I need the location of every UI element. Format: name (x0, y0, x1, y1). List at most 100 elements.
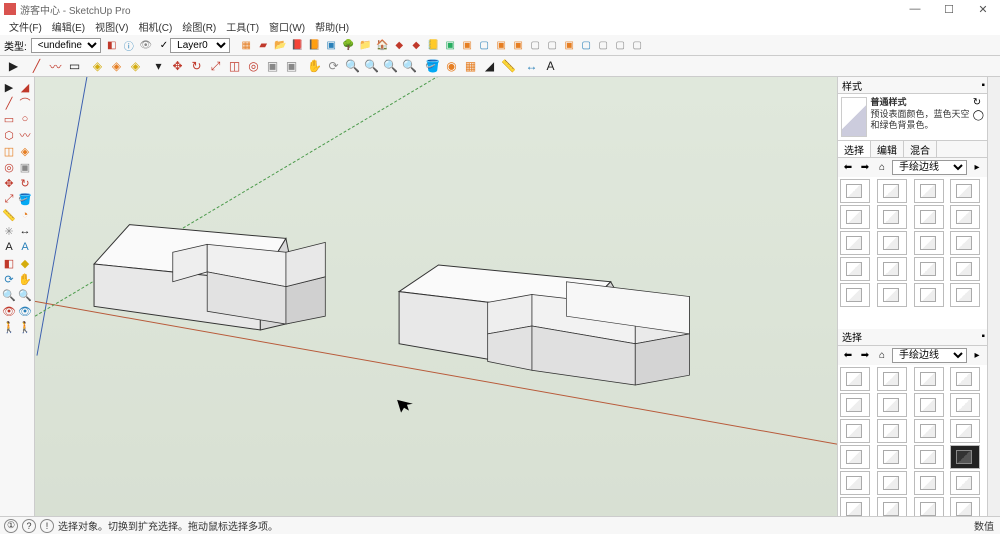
move-tool-icon[interactable]: ✥ (168, 57, 187, 76)
style-thumb[interactable] (914, 179, 944, 203)
style-thumb[interactable] (877, 283, 907, 307)
tab-mix[interactable]: 混合 (904, 141, 937, 157)
nav-home-icon[interactable]: ⌂ (875, 161, 889, 175)
style-thumb[interactable] (840, 497, 870, 517)
layer-select[interactable]: Layer0 (170, 38, 230, 53)
zoomwin2-icon[interactable]: 🔍 (17, 287, 33, 303)
plugin1-icon[interactable]: ◈ (88, 57, 107, 76)
zoom-extents-icon[interactable]: 🔍 (381, 57, 400, 76)
style-collection-select-2[interactable]: 手绘边线 (892, 348, 967, 363)
style-thumb[interactable] (840, 283, 870, 307)
panel-scrollbar[interactable] (987, 77, 1000, 516)
box11-icon[interactable]: ▢ (612, 37, 628, 53)
eyedropper-icon[interactable]: ◉ (442, 57, 461, 76)
box2-icon[interactable]: ▣ (459, 37, 475, 53)
pan-tool-icon[interactable]: ✋ (305, 57, 324, 76)
texture-icon[interactable]: ▦ (461, 57, 480, 76)
style-thumb[interactable] (840, 367, 870, 391)
tape-tool-icon[interactable]: 📏 (499, 57, 518, 76)
text-tool-icon[interactable]: A (541, 57, 560, 76)
tape-icon[interactable]: 📏 (1, 207, 17, 223)
style-thumb[interactable] (877, 445, 907, 469)
style-thumb[interactable] (950, 497, 980, 517)
menu-draw[interactable]: 绘图(R) (177, 19, 221, 34)
book2-icon[interactable]: 📙 (306, 37, 322, 53)
open-icon[interactable]: 📂 (272, 37, 288, 53)
style-thumb[interactable] (950, 257, 980, 281)
folder-icon[interactable]: 📁 (357, 37, 373, 53)
zoom2-icon[interactable]: 🔍 (1, 287, 17, 303)
style-thumb[interactable] (840, 445, 870, 469)
pushpull-icon[interactable]: ◫ (1, 143, 17, 159)
followme-icon[interactable]: ◈ (17, 143, 33, 159)
rotate-icon[interactable]: ↻ (17, 175, 33, 191)
polygon-icon[interactable]: ⬡ (1, 127, 17, 143)
tree-icon[interactable]: 🌳 (340, 37, 356, 53)
plugin3-icon[interactable]: ◈ (126, 57, 145, 76)
box3-icon[interactable]: ▢ (476, 37, 492, 53)
box1-icon[interactable]: ▣ (442, 37, 458, 53)
style-thumb[interactable] (914, 283, 944, 307)
style-thumb[interactable] (914, 257, 944, 281)
menu-camera[interactable]: 相机(C) (133, 19, 177, 34)
shape1-icon[interactable]: ◆ (391, 37, 407, 53)
dimension-tool-icon[interactable]: ↔ (522, 57, 541, 76)
3dtext-icon[interactable]: A (17, 239, 33, 255)
style-thumb[interactable] (877, 471, 907, 495)
section2-collapse-icon[interactable]: ▪ (981, 331, 985, 342)
zoom-tool-icon[interactable]: 🔍 (343, 57, 362, 76)
style-thumb[interactable] (877, 231, 907, 255)
status-warn-icon[interactable]: ! (40, 519, 54, 533)
style-thumb[interactable] (877, 205, 907, 229)
followme-tool-icon[interactable]: ▣ (263, 57, 282, 76)
style-thumb[interactable] (950, 367, 980, 391)
paint-icon[interactable]: ▰ (255, 37, 271, 53)
offset-icon[interactable]: ◎ (1, 159, 17, 175)
menu-help[interactable]: 帮助(H) (310, 19, 354, 34)
style-thumb[interactable] (840, 419, 870, 443)
style-thumb[interactable] (914, 205, 944, 229)
style-thumb[interactable] (877, 367, 907, 391)
menu-window[interactable]: 窗口(W) (264, 19, 310, 34)
tab-edit[interactable]: 编辑 (871, 141, 904, 157)
pan2-icon[interactable]: ✋ (17, 271, 33, 287)
nav-back-icon[interactable]: ⬅ (841, 161, 855, 175)
style-thumb[interactable] (840, 179, 870, 203)
line-icon[interactable]: ╱ (1, 95, 17, 111)
freehand-tool-icon[interactable]: 〰 (46, 57, 65, 76)
style-thumb[interactable] (950, 283, 980, 307)
book1-icon[interactable]: 📕 (289, 37, 305, 53)
menu-edit[interactable]: 编辑(E) (47, 19, 90, 34)
style-thumb[interactable] (877, 393, 907, 417)
text-icon[interactable]: A (1, 239, 17, 255)
rect-tool-icon[interactable]: ▭ (65, 57, 84, 76)
menu-view[interactable]: 视图(V) (90, 19, 133, 34)
window-close-button[interactable]: ✕ (966, 0, 1000, 18)
house-icon[interactable]: 🏠 (374, 37, 390, 53)
panel-collapse-icon[interactable]: ▪ (981, 80, 985, 91)
style-thumb[interactable] (914, 393, 944, 417)
dim-icon[interactable]: ↔ (17, 223, 33, 239)
nav-fwd2-icon[interactable]: ➡ (858, 348, 872, 362)
section-icon[interactable]: ◧ (1, 255, 17, 271)
box12-icon[interactable]: ▢ (629, 37, 645, 53)
axes-icon[interactable]: ✳ (1, 223, 17, 239)
paint-bucket-icon[interactable]: 🪣 (423, 57, 442, 76)
previous-view-icon[interactable]: 🔍 (400, 57, 419, 76)
paint-icon-lt[interactable]: 🪣 (17, 191, 33, 207)
style-thumb[interactable] (840, 205, 870, 229)
style-thumb[interactable] (877, 257, 907, 281)
cube1-icon[interactable]: ▣ (323, 37, 339, 53)
style-thumb[interactable] (950, 419, 980, 443)
tape2-icon[interactable]: ◆ (17, 255, 33, 271)
offset-tool-icon[interactable]: ◎ (244, 57, 263, 76)
type-select[interactable]: <undefined> (31, 38, 101, 53)
style-thumbnail[interactable] (841, 97, 867, 137)
book3-icon[interactable]: 📒 (425, 37, 441, 53)
select-tool-icon[interactable]: ▶ (4, 57, 23, 76)
toggle-icon[interactable]: ◧ (104, 37, 120, 53)
shape2-icon[interactable]: ◆ (408, 37, 424, 53)
style-thumb[interactable] (914, 445, 944, 469)
box9-icon[interactable]: ▢ (578, 37, 594, 53)
move-icon[interactable]: ✥ (1, 175, 17, 191)
